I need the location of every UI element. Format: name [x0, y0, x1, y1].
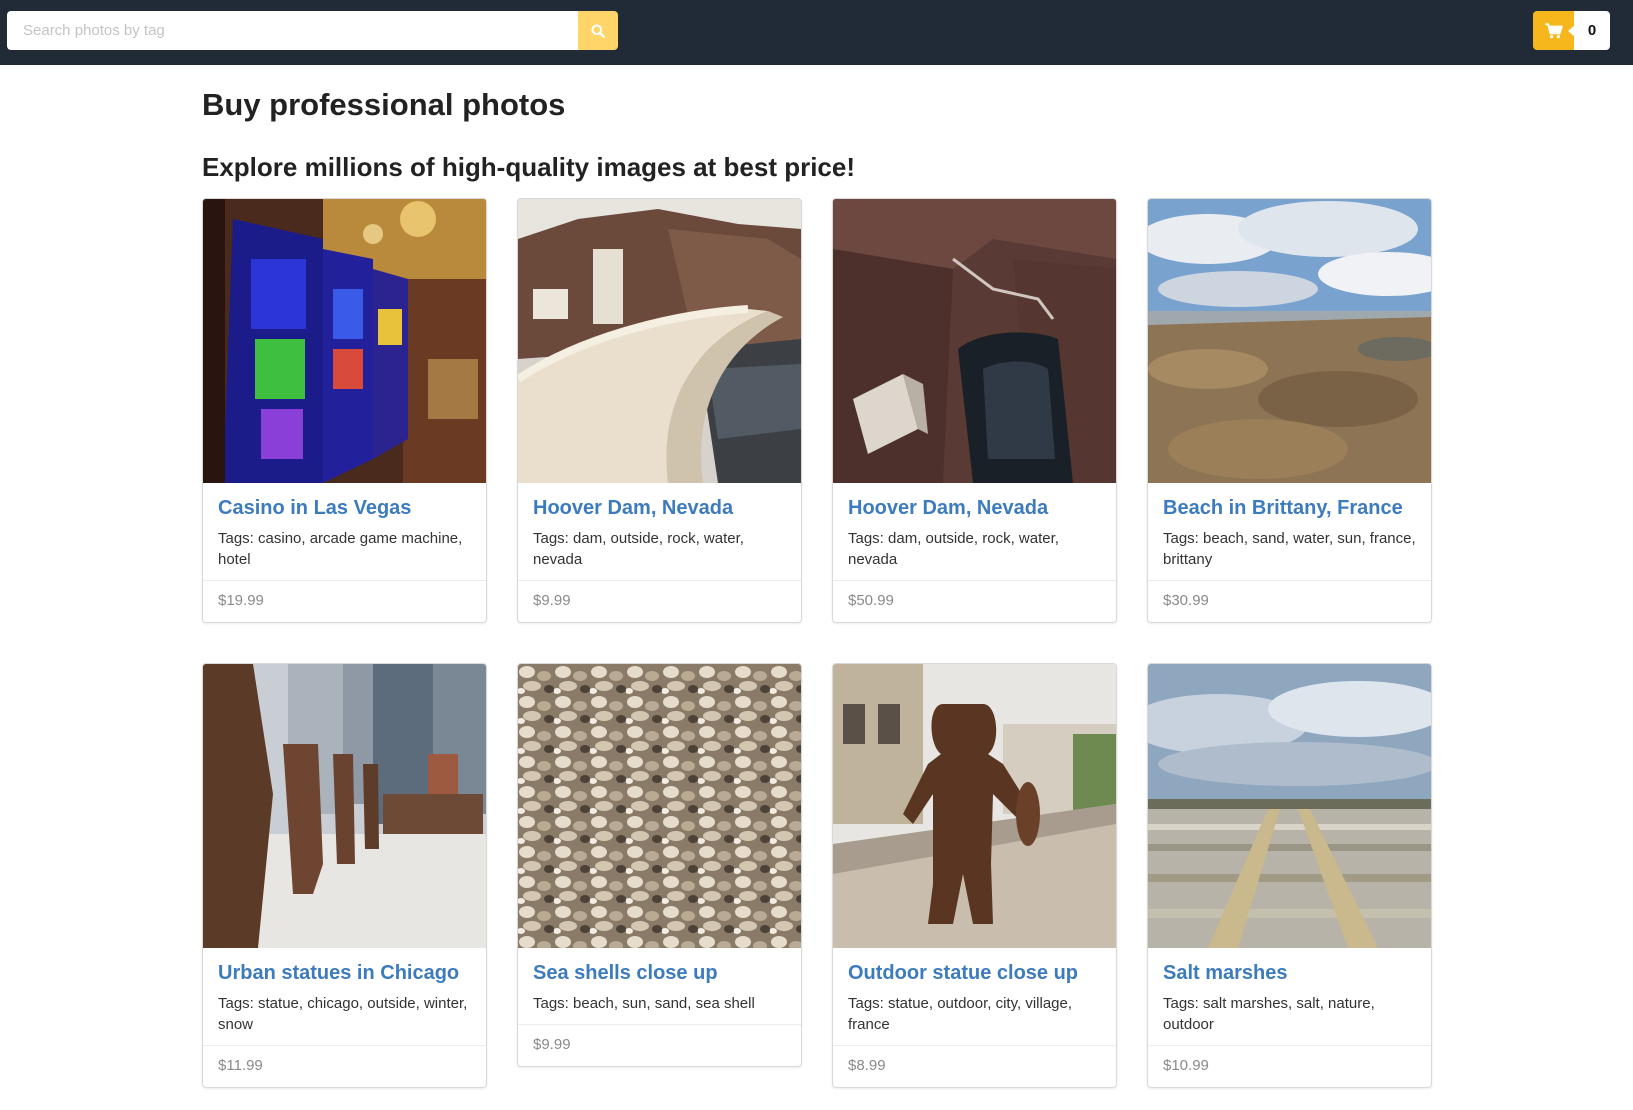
photo-card: Casino in Las Vegas Tags: casino, arcade… [202, 198, 487, 623]
photo-headless-statues[interactable] [203, 664, 486, 948]
photo-tags: Tags: dam, outside, rock, water, nevada [848, 530, 1059, 568]
photo-title-link[interactable]: Hoover Dam, Nevada [533, 495, 786, 521]
page-subtitle: Explore millions of high-quality images … [202, 152, 856, 182]
card-body: Salt marshes Tags: salt marshes, salt, n… [1148, 948, 1431, 1045]
photo-price: $9.99 [518, 580, 801, 622]
photo-title-link[interactable]: Urban statues in Chicago [218, 960, 471, 986]
photo-tags: Tags: casino, arcade game machine, hotel [218, 530, 463, 568]
card-body: Hoover Dam, Nevada Tags: dam, outside, r… [833, 483, 1116, 580]
photo-card: Outdoor statue close up Tags: statue, ou… [832, 663, 1117, 1088]
cart-button[interactable]: 0 [1533, 11, 1610, 50]
search-bar [7, 11, 618, 50]
photo-card: Sea shells close up Tags: beach, sun, sa… [517, 663, 802, 1067]
photo-title-link[interactable]: Salt marshes [1163, 960, 1416, 986]
photo-tags: Tags: beach, sun, sand, sea shell [533, 995, 755, 1012]
card-body: Hoover Dam, Nevada Tags: dam, outside, r… [518, 483, 801, 580]
card-body: Urban statues in Chicago Tags: statue, c… [203, 948, 486, 1045]
photo-price: $11.99 [203, 1045, 486, 1087]
photo-hoover-dam-wall[interactable] [518, 199, 801, 483]
photo-salt-marshes[interactable] [1148, 664, 1431, 948]
photo-price: $19.99 [203, 580, 486, 622]
photo-tags: Tags: dam, outside, rock, water, nevada [533, 530, 744, 568]
shopping-cart-icon [1545, 22, 1563, 38]
page-title: Buy professional photos [202, 87, 566, 122]
cart-icon-box [1533, 11, 1575, 50]
photo-price: $10.99 [1148, 1045, 1431, 1087]
photo-tags: Tags: statue, outdoor, city, village, fr… [848, 995, 1073, 1033]
cart-count: 0 [1574, 11, 1610, 50]
photo-card: Beach in Brittany, France Tags: beach, s… [1147, 198, 1432, 623]
photo-title-link[interactable]: Hoover Dam, Nevada [848, 495, 1101, 521]
photo-casino-slot-machines[interactable] [203, 199, 486, 483]
photo-card: Hoover Dam, Nevada Tags: dam, outside, r… [517, 198, 802, 623]
search-button[interactable] [578, 11, 618, 50]
photo-card: Urban statues in Chicago Tags: statue, c… [202, 663, 487, 1088]
top-navbar: 0 [0, 0, 1633, 65]
photo-title-link[interactable]: Sea shells close up [533, 960, 786, 986]
photo-title-link[interactable]: Casino in Las Vegas [218, 495, 471, 521]
photo-price: $50.99 [833, 580, 1116, 622]
card-body: Beach in Brittany, France Tags: beach, s… [1148, 483, 1431, 580]
photo-bronze-statue[interactable] [833, 664, 1116, 948]
photo-title-link[interactable]: Outdoor statue close up [848, 960, 1101, 986]
photo-tags: Tags: beach, sand, water, sun, france, b… [1163, 530, 1416, 568]
card-body: Outdoor statue close up Tags: statue, ou… [833, 948, 1116, 1045]
photo-tags: Tags: statue, chicago, outside, winter, … [218, 995, 468, 1033]
photo-card: Salt marshes Tags: salt marshes, salt, n… [1147, 663, 1432, 1088]
photo-hoover-dam-canyon[interactable] [833, 199, 1116, 483]
photo-tags: Tags: salt marshes, salt, nature, outdoo… [1163, 995, 1375, 1033]
card-body: Casino in Las Vegas Tags: casino, arcade… [203, 483, 486, 580]
photo-price: $8.99 [833, 1045, 1116, 1087]
search-input[interactable] [7, 11, 578, 50]
photo-price: $30.99 [1148, 580, 1431, 622]
card-body: Sea shells close up Tags: beach, sun, sa… [518, 948, 801, 1024]
photo-rocky-beach[interactable] [1148, 199, 1431, 483]
photo-price: $9.99 [518, 1024, 801, 1066]
photo-title-link[interactable]: Beach in Brittany, France [1163, 495, 1416, 521]
photo-sea-shells[interactable] [518, 664, 801, 948]
photo-card: Hoover Dam, Nevada Tags: dam, outside, r… [832, 198, 1117, 623]
search-icon [591, 24, 605, 38]
